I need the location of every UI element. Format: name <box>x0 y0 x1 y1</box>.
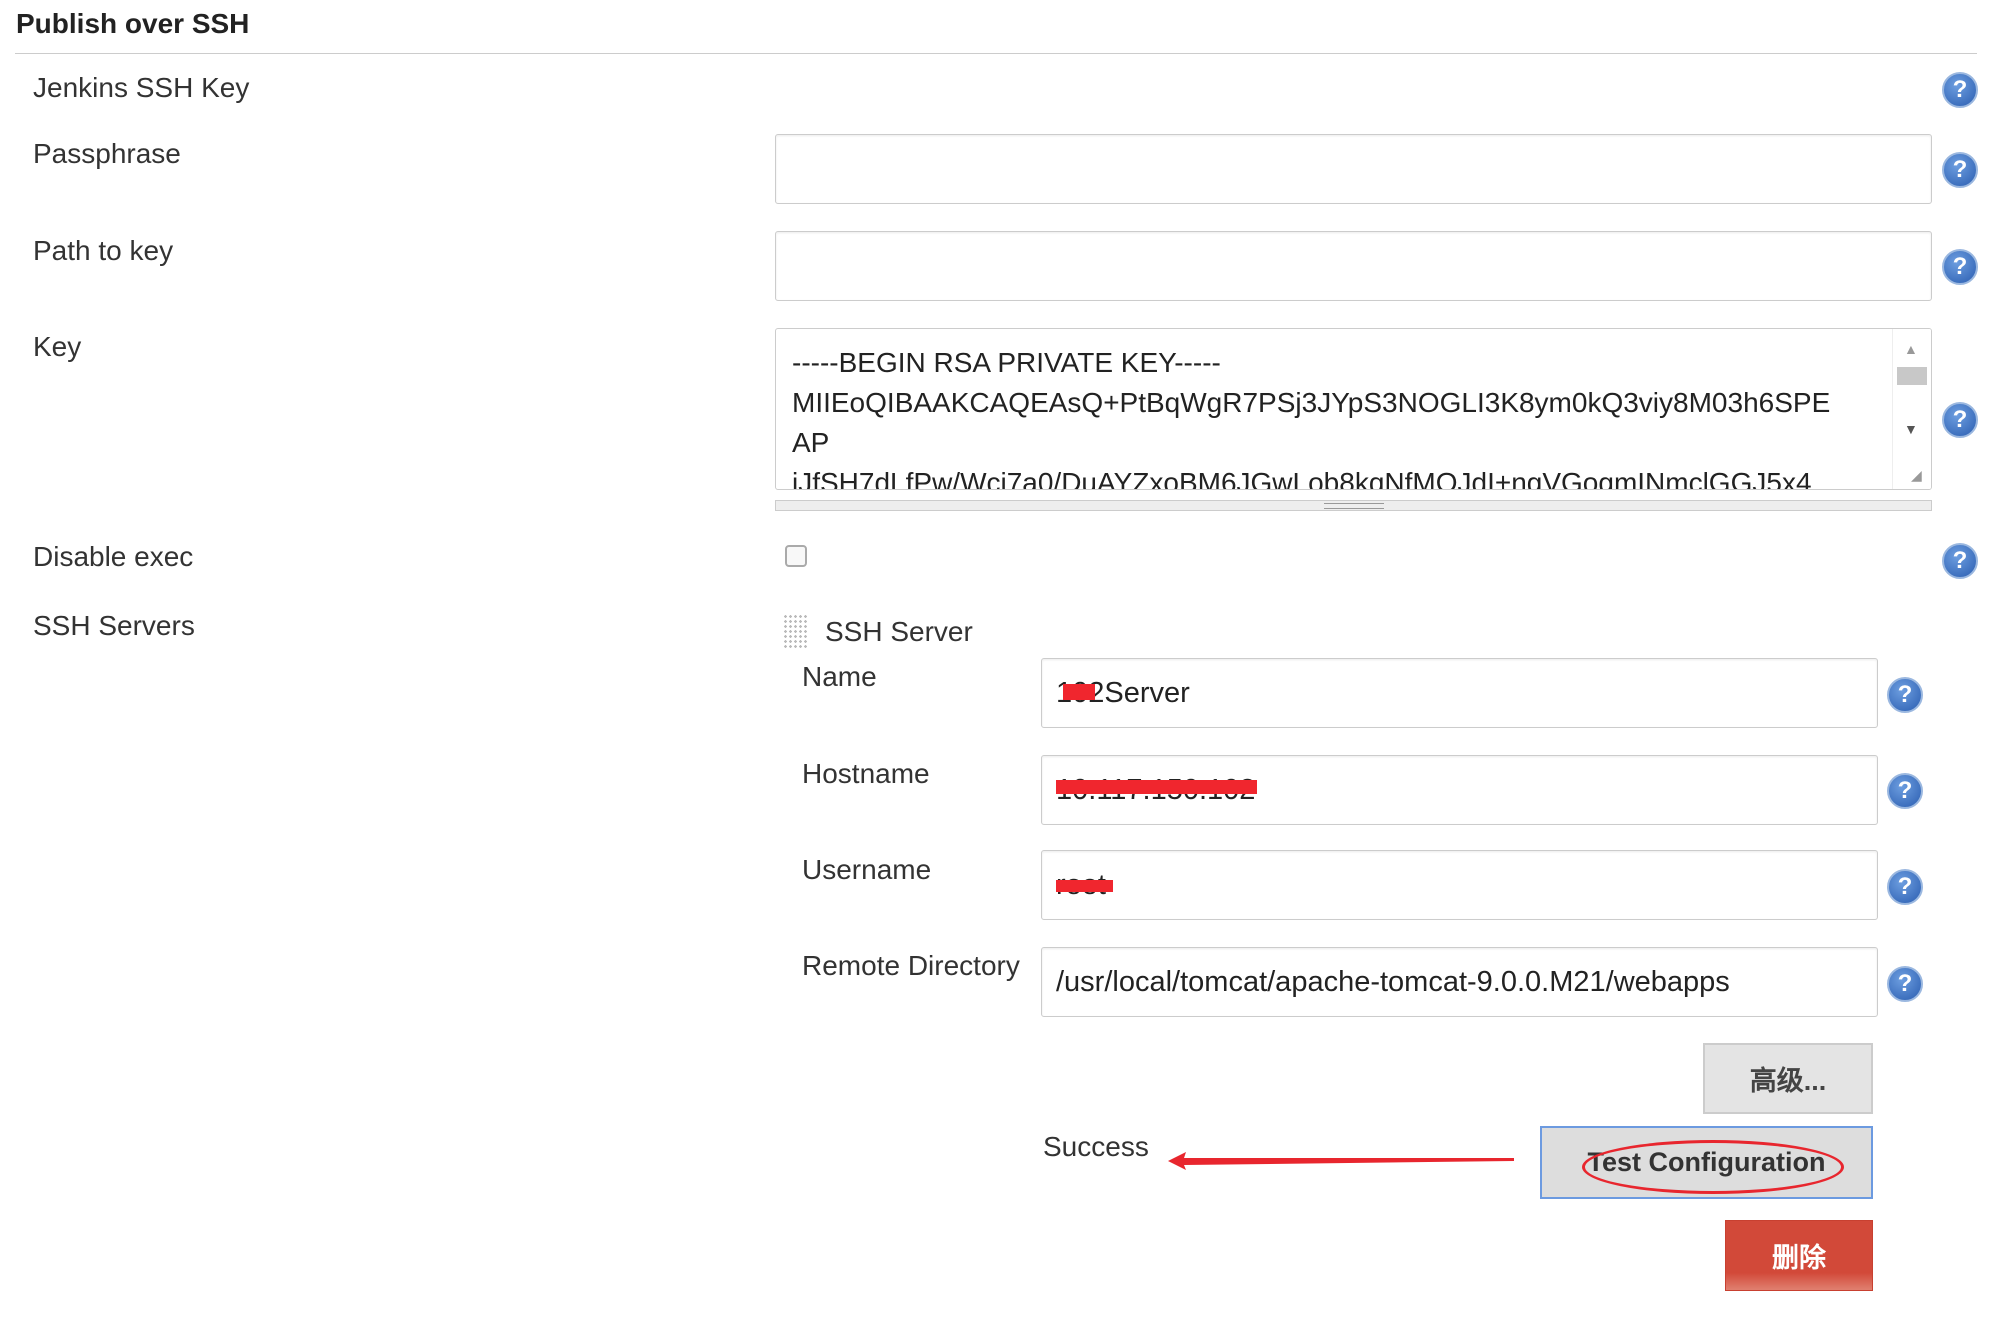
help-icon[interactable]: ? <box>1942 152 1978 188</box>
name-input[interactable]: 102Server <box>1041 658 1878 728</box>
ssh-server-header: SSH Server <box>825 616 973 647</box>
section-title: Publish over SSH <box>16 8 250 39</box>
resize-grip-icon[interactable]: ◢ <box>1911 467 1922 484</box>
help-icon[interactable]: ? <box>1942 402 1978 438</box>
divider <box>15 53 1977 54</box>
redaction-mark <box>1056 780 1257 794</box>
disable-exec-checkbox[interactable] <box>785 545 807 567</box>
help-icon[interactable]: ? <box>1942 249 1978 285</box>
textarea-resize-bar[interactable] <box>775 500 1932 511</box>
redaction-mark <box>1056 880 1113 892</box>
advanced-button[interactable]: 高级... <box>1703 1043 1873 1114</box>
redaction-mark <box>1063 684 1095 700</box>
name-label: Name <box>802 661 877 692</box>
help-icon[interactable]: ? <box>1887 966 1923 1002</box>
disable-exec-label: Disable exec <box>33 541 194 572</box>
scroll-up-icon[interactable]: ▲ <box>1904 341 1918 357</box>
passphrase-label: Passphrase <box>33 138 181 169</box>
help-icon[interactable]: ? <box>1887 677 1923 713</box>
path-to-key-input[interactable] <box>775 231 1932 301</box>
remote-directory-input[interactable]: /usr/local/tomcat/apache-tomcat-9.0.0.M2… <box>1041 947 1878 1017</box>
help-icon[interactable]: ? <box>1942 543 1978 579</box>
path-to-key-label: Path to key <box>33 235 174 266</box>
scroll-thumb[interactable] <box>1897 367 1927 385</box>
delete-button[interactable]: 删除 <box>1725 1220 1873 1291</box>
help-icon[interactable]: ? <box>1887 869 1923 905</box>
test-result-text: Success <box>1043 1131 1149 1162</box>
drag-handle-icon[interactable] <box>783 614 807 650</box>
username-input[interactable]: root <box>1041 850 1878 920</box>
annotation-arrow <box>1168 1152 1514 1170</box>
help-icon[interactable]: ? <box>1942 72 1978 108</box>
scroll-down-icon[interactable]: ▼ <box>1904 421 1918 437</box>
username-label: Username <box>802 854 932 885</box>
remote-directory-label: Remote Directory <box>802 950 1020 981</box>
annotation-circle <box>1582 1140 1844 1194</box>
passphrase-input[interactable] <box>775 134 1932 204</box>
key-text: -----BEGIN RSA PRIVATE KEY----- MIIEoQIBA… <box>792 347 1831 490</box>
key-label: Key <box>33 331 82 362</box>
jenkins-ssh-key-label: Jenkins SSH Key <box>33 72 250 103</box>
scrollbar[interactable]: ▲ ▼ ◢ <box>1892 329 1931 489</box>
help-icon[interactable]: ? <box>1887 773 1923 809</box>
key-textarea[interactable]: -----BEGIN RSA PRIVATE KEY----- MIIEoQIBA… <box>775 328 1932 490</box>
hostname-label: Hostname <box>802 758 930 789</box>
ssh-servers-label: SSH Servers <box>33 610 195 641</box>
